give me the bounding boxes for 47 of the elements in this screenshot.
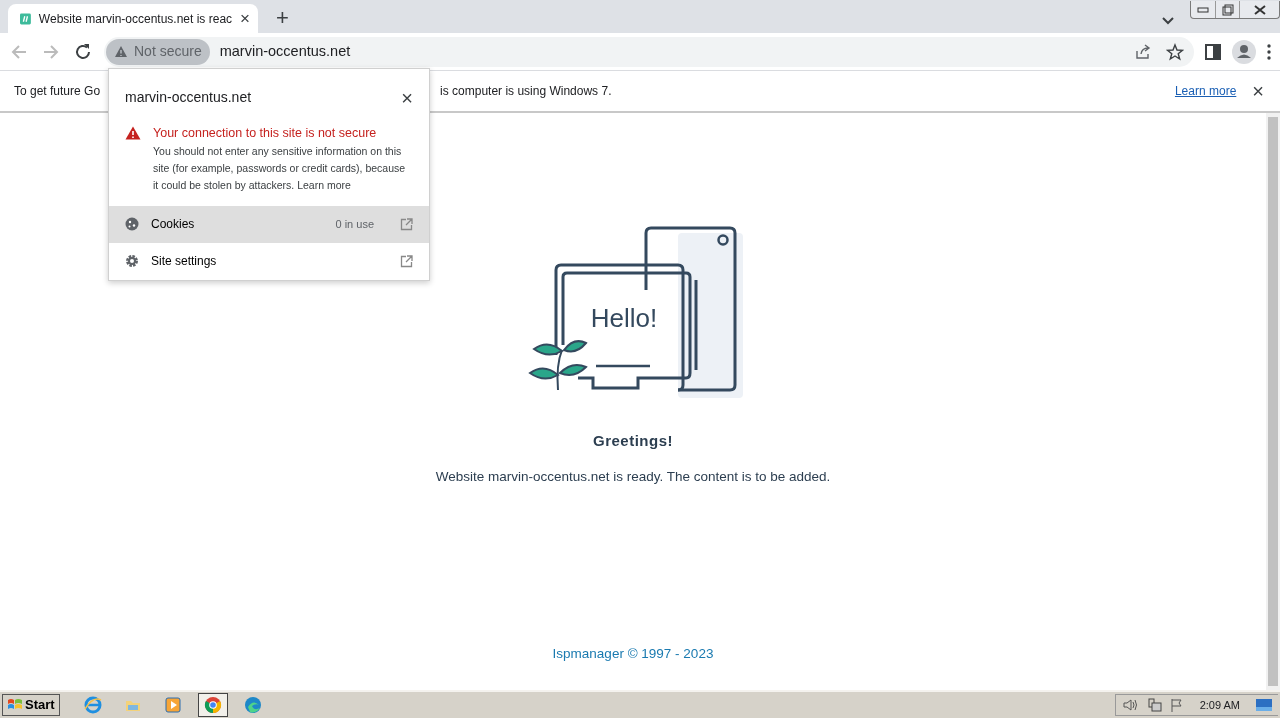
minimize-icon[interactable] [1197, 6, 1209, 13]
clock: 2:09 AM [1199, 697, 1240, 713]
site-settings-item[interactable]: Site settings [109, 242, 429, 280]
external-link-icon [400, 217, 413, 231]
address-bar[interactable]: Not secure marvin-occentus.net [104, 36, 1194, 67]
start-button[interactable]: Start [2, 694, 60, 716]
close-tab-button[interactable]: × [240, 10, 250, 27]
chrome-icon [203, 696, 222, 714]
close-icon[interactable] [1253, 4, 1266, 15]
network-icon[interactable] [1145, 698, 1162, 712]
popup-title: marvin-occentus.net [125, 88, 252, 107]
hello-illustration-drawing: Hello! [528, 225, 748, 400]
page-message: Website marvin-occentus.net is ready. The content is to be added. [435, 467, 831, 486]
new-tab-button[interactable]: + [276, 7, 289, 29]
close-infobar-button[interactable]: × [1252, 81, 1264, 101]
taskbar-app-button[interactable] [197, 693, 228, 717]
bookmark-star-icon[interactable] [1166, 42, 1184, 61]
cookie-icon [125, 217, 139, 232]
warning-icon [125, 126, 141, 140]
external-link-icon [400, 254, 413, 268]
warning-heading: Your connection to this site is not secure [153, 125, 378, 142]
tab-search-icon[interactable] [1162, 17, 1174, 25]
warning-text: You should not enter any sensitive information on this site (for example, passwords or credit cards), because it could be stolen by attackers. Learn more [153, 143, 407, 193]
menu-icon[interactable] [1266, 42, 1272, 61]
edge-icon [243, 696, 262, 714]
restore-icon[interactable] [1221, 3, 1234, 16]
profile-avatar-icon[interactable] [1232, 39, 1256, 64]
ie-icon [83, 696, 102, 714]
infobar-message: To get future Go [14, 83, 101, 100]
learn-more-link[interactable]: Learn more [1174, 82, 1237, 100]
show-desktop-icon[interactable] [1256, 698, 1272, 712]
close-popup-button[interactable]: × [401, 87, 413, 108]
flag-icon[interactable] [1169, 698, 1184, 712]
learn-more-link[interactable]: Learn more [297, 178, 351, 191]
share-icon[interactable] [1134, 42, 1152, 61]
volume-icon[interactable] [1121, 698, 1138, 712]
footer-text: Ispmanager © 1997 - 2023 [552, 644, 714, 663]
cookies-count: 0 in use [335, 217, 374, 232]
media-player-icon [163, 696, 182, 714]
page-heading: Greetings! [593, 431, 673, 451]
settings-icon [125, 254, 139, 269]
warning-icon [114, 45, 128, 58]
scrollbar[interactable] [1266, 113, 1280, 690]
cookies-item[interactable]: Cookies 0 in use [109, 205, 429, 243]
infobar-message: is computer is using Windows 7. [440, 83, 612, 100]
browser-tab[interactable]: Website marvin-occentus.net is reac × [8, 4, 258, 33]
side-panel-icon[interactable] [1204, 42, 1222, 61]
